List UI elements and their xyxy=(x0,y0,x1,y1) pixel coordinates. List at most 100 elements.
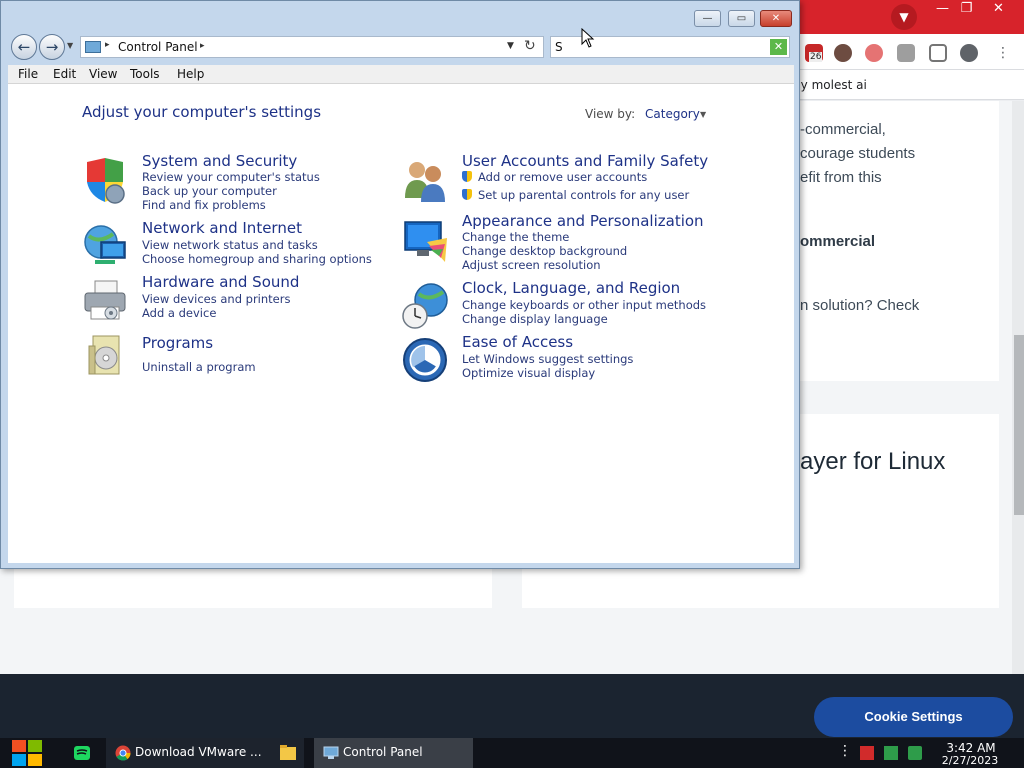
web-text: ommercial xyxy=(800,233,876,250)
link-desktop-background[interactable]: Change desktop background xyxy=(462,244,627,258)
bookmark-item[interactable]: lly molest ai xyxy=(794,78,867,92)
uac-shield-icon xyxy=(462,189,472,200)
view-by-dropdown[interactable]: Category xyxy=(645,107,700,121)
clock-date[interactable]: 2/27/2023 xyxy=(940,754,1000,767)
link-network-status[interactable]: View network status and tasks xyxy=(142,238,318,252)
tray-overflow-icon[interactable]: ⋮ xyxy=(838,743,852,759)
menu-edit[interactable]: Edit xyxy=(53,67,76,81)
web-text: -commercial, xyxy=(800,121,886,138)
link-devices-printers[interactable]: View devices and printers xyxy=(142,292,290,306)
control-panel-window: — ▭ ✕ ← → ▼ ▸ Control Panel ▸ ▼ ↻ ✕ File… xyxy=(0,0,800,569)
file-explorer-icon[interactable] xyxy=(278,738,298,768)
control-panel-icon xyxy=(85,41,101,53)
search-clear-button[interactable]: ✕ xyxy=(770,39,787,55)
maximize-button[interactable]: ▭ xyxy=(728,10,755,27)
chrome-icon xyxy=(115,745,131,761)
link-uninstall-program[interactable]: Uninstall a program xyxy=(142,360,256,374)
spotify-icon[interactable] xyxy=(70,738,94,768)
view-by-label: View by: xyxy=(585,107,636,121)
users-icon[interactable] xyxy=(401,156,449,204)
breadcrumb-control-panel[interactable]: Control Panel xyxy=(118,40,198,54)
address-dropdown-icon[interactable]: ▼ xyxy=(507,41,514,51)
forward-button[interactable]: → xyxy=(39,34,65,60)
profile-icon[interactable] xyxy=(960,44,978,62)
link-homegroup[interactable]: Choose homegroup and sharing options xyxy=(142,252,372,266)
extension-badge: 26 xyxy=(809,52,823,62)
category-hardware-sound[interactable]: Hardware and Sound xyxy=(142,273,299,291)
link-add-remove-accounts[interactable]: Add or remove user accounts xyxy=(462,170,647,184)
control-panel-content: Adjust your computer's settings View by:… xyxy=(8,84,794,563)
back-button[interactable]: ← xyxy=(11,34,37,60)
volume-icon[interactable] xyxy=(908,746,922,760)
link-change-theme[interactable]: Change the theme xyxy=(462,230,569,244)
extension-red-icon[interactable]: 26 xyxy=(805,44,823,62)
tab-search-button[interactable]: ▼ xyxy=(891,4,917,30)
link-text[interactable]: Set up parental controls for any user xyxy=(478,188,689,202)
web-text: efit from this xyxy=(800,169,882,186)
action-center-flag-icon[interactable] xyxy=(860,746,874,760)
taskbar: Download VMware ... Control Panel ⋮ xyxy=(0,738,1024,768)
network-icon[interactable] xyxy=(884,746,898,760)
page-scrollbar-thumb[interactable] xyxy=(1014,335,1024,515)
monitor-icon[interactable] xyxy=(401,218,449,266)
web-heading: ayer for Linux xyxy=(800,448,946,475)
category-appearance[interactable]: Appearance and Personalization xyxy=(462,212,704,230)
link-text[interactable]: Add or remove user accounts xyxy=(478,170,647,184)
recent-pages-dropdown[interactable]: ▼ xyxy=(67,41,73,50)
category-network-internet[interactable]: Network and Internet xyxy=(142,219,302,237)
category-user-accounts[interactable]: User Accounts and Family Safety xyxy=(462,152,708,170)
menu-tools[interactable]: Tools xyxy=(130,67,160,81)
control-panel-icon xyxy=(323,746,339,759)
windows-start-icon[interactable] xyxy=(10,738,44,768)
side-panel-icon[interactable] xyxy=(929,44,947,62)
category-clock-language[interactable]: Clock, Language, and Region xyxy=(462,279,680,297)
menu-bar: File Edit View Tools Help xyxy=(8,65,794,84)
link-find-fix[interactable]: Find and fix problems xyxy=(142,198,266,212)
clock-time[interactable]: 3:42 AM xyxy=(944,741,998,755)
browser-maximize-button[interactable]: ❐ xyxy=(950,0,983,18)
page-title: Adjust your computer's settings xyxy=(82,103,322,121)
link-add-device[interactable]: Add a device xyxy=(142,306,216,320)
category-system-security[interactable]: System and Security xyxy=(142,152,297,170)
web-link-text[interactable]: n solution? Check xyxy=(800,297,919,314)
link-review-status[interactable]: Review your computer's status xyxy=(142,170,320,184)
taskbar-chrome-label: Download VMware ... xyxy=(135,745,262,759)
clock-globe-icon[interactable] xyxy=(401,282,449,330)
link-optimize-display[interactable]: Optimize visual display xyxy=(462,366,595,380)
link-suggest-settings[interactable]: Let Windows suggest settings xyxy=(462,352,633,366)
link-back-up[interactable]: Back up your computer xyxy=(142,184,277,198)
cookie-settings-button[interactable]: Cookie Settings xyxy=(814,697,1013,737)
printer-icon[interactable] xyxy=(81,277,129,325)
taskbar-cp-label: Control Panel xyxy=(343,745,423,759)
link-change-keyboards[interactable]: Change keyboards or other input methods xyxy=(462,298,706,312)
menu-file[interactable]: File xyxy=(18,67,38,81)
menu-view[interactable]: View xyxy=(89,67,117,81)
taskbar-control-panel[interactable]: Control Panel xyxy=(314,738,473,768)
close-button[interactable]: ✕ xyxy=(760,10,792,27)
browser-close-button[interactable]: ✕ xyxy=(982,0,1015,18)
ease-of-access-icon[interactable] xyxy=(401,336,449,384)
breadcrumb-separator[interactable]: ▸ xyxy=(200,41,205,51)
programs-icon[interactable] xyxy=(81,332,129,380)
refresh-icon[interactable]: ↻ xyxy=(524,38,536,54)
category-ease-of-access[interactable]: Ease of Access xyxy=(462,333,573,351)
link-parental-controls[interactable]: Set up parental controls for any user xyxy=(462,188,689,202)
minimize-button[interactable]: — xyxy=(694,10,721,27)
address-bar[interactable]: ▸ Control Panel ▸ ▼ ↻ xyxy=(80,36,544,58)
menu-help[interactable]: Help xyxy=(177,67,204,81)
mouse-cursor-icon xyxy=(581,28,595,48)
browser-menu-icon[interactable]: ⋮ xyxy=(994,44,1012,62)
shield-icon[interactable] xyxy=(81,156,129,204)
extension-avatar-icon[interactable] xyxy=(834,44,852,62)
chevron-down-icon[interactable]: ▼ xyxy=(700,110,706,119)
extension-flag-icon[interactable] xyxy=(865,44,883,62)
globe-network-icon[interactable] xyxy=(81,222,129,270)
taskbar-chrome[interactable]: Download VMware ... xyxy=(106,738,304,768)
extensions-puzzle-icon[interactable] xyxy=(897,44,915,62)
web-text: courage students xyxy=(800,145,916,162)
link-screen-resolution[interactable]: Adjust screen resolution xyxy=(462,258,601,272)
uac-shield-icon xyxy=(462,171,472,182)
link-display-language[interactable]: Change display language xyxy=(462,312,608,326)
category-programs[interactable]: Programs xyxy=(142,334,213,352)
breadcrumb-separator[interactable]: ▸ xyxy=(105,40,110,50)
